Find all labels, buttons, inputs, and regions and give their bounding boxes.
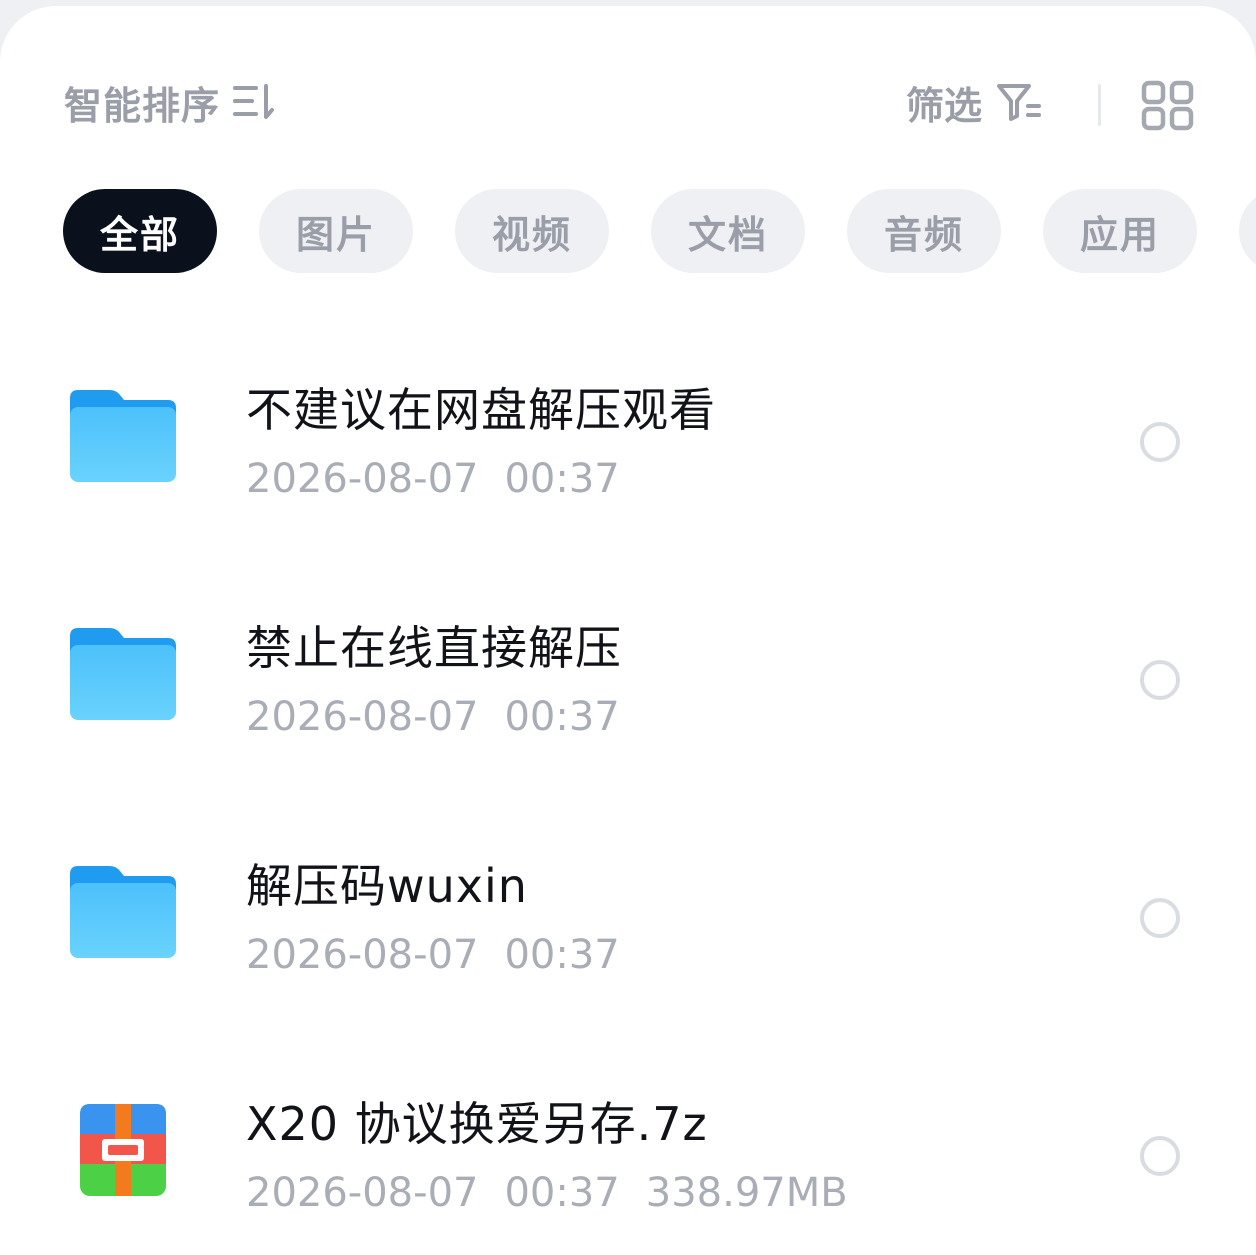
tab-label: 音频 <box>883 212 964 257</box>
select-checkbox[interactable] <box>1140 1136 1180 1176</box>
view-toggle-button[interactable] <box>1140 80 1196 132</box>
file-time: 00:37 <box>504 932 620 978</box>
file-date: 2026-08-07 <box>246 1170 479 1216</box>
list-item[interactable]: 不建议在网盘解压观看 2026-08-07 00:37 <box>0 322 1256 560</box>
category-tabs: 全部 图片 视频 文档 音频 应用 <box>63 189 1256 273</box>
tab-more[interactable] <box>1239 189 1256 273</box>
filter-label: 筛选 <box>906 83 983 128</box>
folder-icon <box>70 866 176 958</box>
folder-icon <box>70 390 176 482</box>
sort-label: 智能排序 <box>64 83 221 128</box>
file-list-sheet: 智能排序 筛选 全部 图片 视频 文档 音频 应用 不建议在网盘解压观看 202… <box>0 6 1256 1255</box>
folder-icon <box>70 628 176 720</box>
tab-label: 文档 <box>687 212 768 257</box>
select-checkbox[interactable] <box>1140 660 1180 700</box>
file-meta: 2026-08-07 00:37 <box>246 456 646 502</box>
file-date: 2026-08-07 <box>246 694 479 740</box>
toolbar: 智能排序 筛选 <box>0 6 1256 196</box>
select-checkbox[interactable] <box>1140 422 1180 462</box>
file-name: 禁止在线直接解压 <box>246 621 622 675</box>
tab-images[interactable]: 图片 <box>259 189 413 273</box>
file-name: 不建议在网盘解压观看 <box>246 383 716 437</box>
file-time: 00:37 <box>504 694 620 740</box>
file-date: 2026-08-07 <box>246 932 479 978</box>
tab-documents[interactable]: 文档 <box>651 189 805 273</box>
file-date: 2026-08-07 <box>246 456 479 502</box>
file-size: 338.97MB <box>645 1170 848 1216</box>
filter-icon <box>997 84 1042 121</box>
file-meta: 2026-08-07 00:37 338.97MB <box>246 1170 874 1216</box>
tab-label: 应用 <box>1079 212 1160 257</box>
sort-button[interactable]: 智能排序 <box>64 76 278 128</box>
archive-icon <box>80 1104 166 1196</box>
tab-all[interactable]: 全部 <box>63 189 217 273</box>
toolbar-divider <box>1098 84 1101 126</box>
file-name: X20 协议换爱另存.7z <box>246 1097 708 1151</box>
file-time: 00:37 <box>504 1170 620 1216</box>
file-time: 00:37 <box>504 456 620 502</box>
tab-apps[interactable]: 应用 <box>1043 189 1197 273</box>
select-checkbox[interactable] <box>1140 898 1180 938</box>
tab-audio[interactable]: 音频 <box>847 189 1001 273</box>
grid-view-icon <box>1141 80 1194 131</box>
sort-order-icon <box>233 84 275 119</box>
list-item[interactable]: 解压码wuxin 2026-08-07 00:37 <box>0 798 1256 1036</box>
file-name: 解压码wuxin <box>246 859 528 913</box>
list-item[interactable]: X20 协议换爱另存.7z 2026-08-07 00:37 338.97MB <box>0 1036 1256 1255</box>
tab-label: 视频 <box>491 212 572 257</box>
file-meta: 2026-08-07 00:37 <box>246 932 646 978</box>
file-meta: 2026-08-07 00:37 <box>246 694 646 740</box>
tab-label: 全部 <box>99 212 180 257</box>
tab-videos[interactable]: 视频 <box>455 189 609 273</box>
list-item[interactable]: 禁止在线直接解压 2026-08-07 00:37 <box>0 560 1256 798</box>
filter-button[interactable]: 筛选 <box>906 76 1042 128</box>
tab-label: 图片 <box>295 212 376 257</box>
